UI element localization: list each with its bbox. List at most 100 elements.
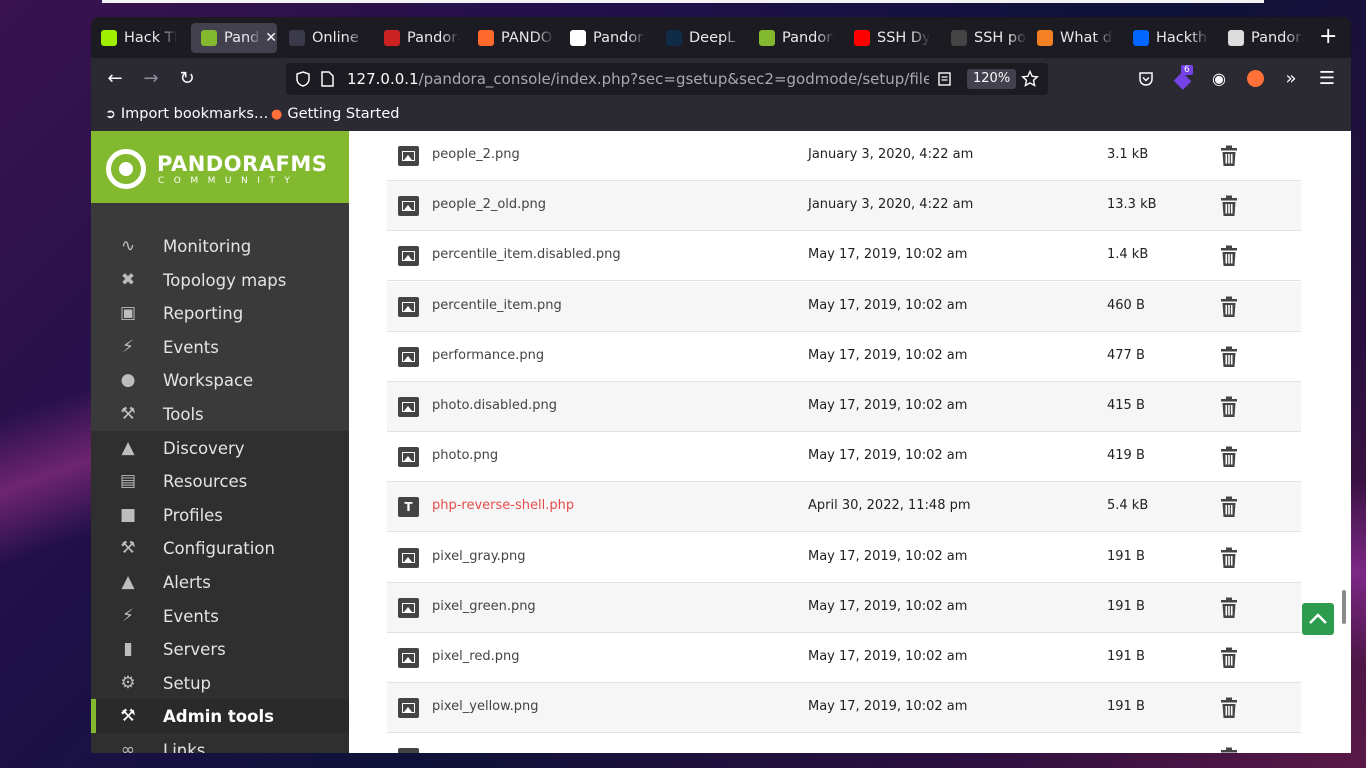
file-name-link[interactable]: people_2_old.png [432,197,546,212]
sidebar-item-label: Links [163,740,206,754]
page-info-icon[interactable] [321,71,334,87]
sidebar-item-events[interactable]: ⚡ Events [91,330,349,364]
sidebar-item-workspace[interactable]: ● Workspace [91,363,349,397]
pandora-logo[interactable]: PANDORAFMS COMMUNITY [91,131,349,203]
tab-11[interactable]: What do [1027,23,1113,53]
trash-icon[interactable] [1219,496,1239,518]
trash-icon[interactable] [1219,296,1239,318]
image-glyph [402,602,415,613]
lightning-icon: ⚡ [122,337,134,357]
sidebar-item-profiles[interactable]: ■ Profiles [91,498,349,532]
tab-6[interactable]: Pandora [560,23,646,53]
file-name-link[interactable]: performance.png [432,348,544,363]
trash-icon[interactable] [1219,245,1239,267]
sidebar-item-alerts[interactable]: ▲ Alerts [91,565,349,599]
tab-12[interactable]: Hackthe [1123,23,1209,53]
text-file-icon: T [398,497,419,518]
tab-3[interactable]: Online N [279,23,365,53]
cookie-icon[interactable]: ◉ [1209,69,1229,89]
file-size: 191 B [1107,649,1145,664]
image-file-icon [398,296,419,317]
image-glyph [402,151,415,161]
tab-2[interactable]: Pandor✕ [191,23,277,53]
file-size: 13.3 kB [1107,197,1157,213]
forward-arrow-icon[interactable]: → [141,69,161,89]
file-name-link[interactable]: photo.disabled.png [432,398,557,413]
tools-icon: ⚒ [120,404,136,424]
trash-icon[interactable] [1219,195,1239,217]
url-bar[interactable]: 127.0.0.1/pandora_console/index.php?sec=… [286,63,1048,95]
sidebar-item-admin-tools[interactable]: ⚒ Admin tools [91,699,349,733]
sidebar-item-monitoring[interactable]: ∿ Monitoring [91,229,349,263]
lightning-plus-icon: ⚡ [122,606,134,626]
extension-icon[interactable]: 6 [1173,65,1193,90]
firefox-account-icon[interactable] [1247,70,1264,87]
trash-icon[interactable] [1219,446,1239,468]
file-name-link[interactable]: pixel_red.png [432,649,519,664]
sidebar-item-setup[interactable]: ⚙ Setup [91,666,349,700]
back-arrow-icon[interactable]: ← [105,69,125,89]
file-name-link[interactable]: pixel_gray.png [432,549,526,564]
sidebar-item-tools[interactable]: ⚒ Tools [91,397,349,431]
file-name-link[interactable]: pixel_yellow.png [432,699,538,714]
file-name-link[interactable]: pixel_green.png [432,599,536,614]
tab-7[interactable]: DeepL T [656,23,742,53]
tab-4[interactable]: Pandora [374,23,460,53]
file-name-link[interactable]: php-reverse-shell.php [432,498,574,513]
sidebar-item-servers[interactable]: ▮ Servers [91,632,349,666]
file-name-link[interactable]: percentile_item.disabled.png [432,247,621,262]
sidebar-item-resources[interactable]: ▤ Resources [91,464,349,498]
tab-5[interactable]: PANDOR [468,23,554,53]
pocket-icon[interactable] [1138,71,1154,87]
sidebar-item-events[interactable]: ⚡ Events [91,599,349,633]
bookmarks-toolbar: ➲ Import bookmarks… ● Getting Started [91,100,1351,131]
sidebar-item-label: Events [163,606,219,626]
tab-close-icon[interactable]: ✕ [265,30,277,46]
image-glyph [402,201,415,212]
trash-icon[interactable] [1219,647,1239,669]
sidebar-item-topology-maps[interactable]: ✖ Topology maps [91,263,349,297]
hamburger-menu-icon[interactable]: ☰ [1317,69,1337,89]
trash-icon[interactable] [1219,346,1239,368]
file-date: May 17, 2019, 10:02 am [808,398,968,413]
image-glyph [402,552,415,563]
tab-8[interactable]: Pandora [749,23,835,53]
pandora-logo-mark-icon [106,149,146,189]
trash-icon[interactable] [1219,697,1239,719]
zoom-level[interactable]: 120% [967,69,1017,89]
new-tab-button[interactable]: + [1319,26,1337,48]
tab-10[interactable]: SSH por [941,23,1027,53]
trash-icon[interactable] [1219,747,1239,753]
sidebar-item-configuration[interactable]: ⚒ Configuration [91,531,349,565]
trash-icon[interactable] [1219,547,1239,569]
topology-icon: ✖ [120,270,136,290]
reload-icon[interactable]: ↻ [177,69,197,89]
sidebar-item-discovery[interactable]: ▲ Discovery [91,431,349,465]
bookmark-import[interactable]: ➲ Import bookmarks… [105,106,268,122]
bookmark-getting-started[interactable]: ● Getting Started [271,106,399,122]
file-name-link[interactable]: photo.png [432,448,498,463]
image-glyph [402,251,415,262]
file-size: 191 B [1107,598,1145,614]
overflow-menu-icon[interactable]: » [1281,69,1301,89]
reader-view-icon[interactable] [938,72,951,86]
sidebar-item-reporting[interactable]: ▣ Reporting [91,296,349,330]
url-text[interactable]: 127.0.0.1/pandora_console/index.php?sec=… [347,70,929,88]
page-scrollbar[interactable] [1342,590,1346,624]
bookmark-star-icon[interactable] [1021,70,1039,88]
file-name-link[interactable]: percentile_item.png [432,298,562,313]
trash-icon[interactable] [1219,597,1239,619]
table-row [387,733,1301,753]
back-to-top-button[interactable] [1302,603,1334,635]
sidebar: PANDORAFMS COMMUNITY ∿ Monitoring ✖ Topolog… [91,131,349,753]
tab-13[interactable]: Pandora [1218,23,1304,53]
trash-icon[interactable] [1219,145,1239,167]
file-name-link[interactable]: people_2.png [432,147,520,162]
table-row: percentile_item.disabled.png May 17, 2019… [387,231,1301,282]
sidebar-item-links[interactable]: ∞ Links [91,733,349,753]
sidebar-item-label: Workspace [163,370,254,390]
tab-9[interactable]: SSH Dyn [844,23,930,53]
shield-icon[interactable] [296,71,310,87]
tab-1[interactable]: Hack Th [91,23,177,53]
trash-icon[interactable] [1219,396,1239,418]
